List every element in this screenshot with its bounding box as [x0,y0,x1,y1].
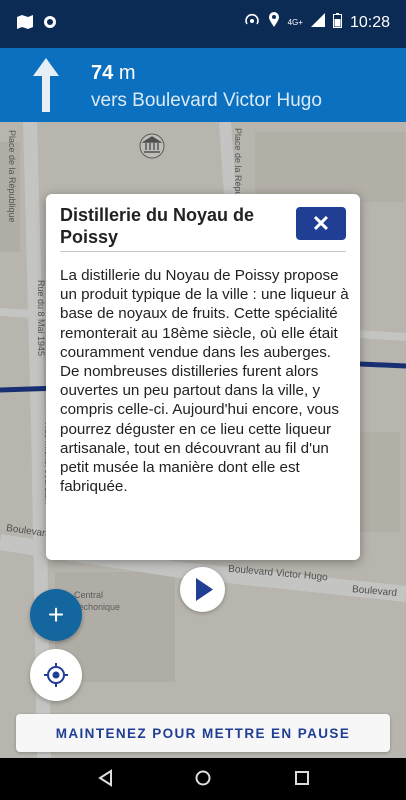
straight-arrow-icon [30,56,62,114]
crosshair-icon [44,663,68,687]
hotspot-icon [244,12,260,33]
close-button[interactable]: ✕ [296,207,346,240]
plus-icon: + [47,599,65,630]
poi-description: La distillerie du Noyau de Poissy propos… [60,267,349,496]
system-navigation-bar [0,758,406,800]
back-icon[interactable] [96,768,116,793]
status-bar: 4G+ 10:28 [0,0,406,48]
distance-unit: m [118,62,136,84]
signal-icon [310,13,325,32]
poi-info-dialog: Distillerie du Noyau de Poissy ✕ La dist… [46,194,360,560]
play-icon [196,578,213,601]
play-audio-button[interactable] [180,567,225,612]
network-type: 4G+ [287,18,303,27]
close-icon: ✕ [311,210,331,236]
title-divider [60,251,346,252]
hold-to-pause-button[interactable]: MAINTENEZ POUR METTRE EN PAUSE [16,714,390,752]
add-button[interactable]: + [30,589,82,641]
location-icon [268,12,280,33]
navigation-banner: 74 m vers Boulevard Victor Hugo [0,48,406,122]
record-notification-icon [42,14,58,35]
poi-title: Distillerie du Noyau de Poissy [60,205,255,247]
battery-icon [332,12,342,33]
recents-icon[interactable] [292,768,312,793]
locate-me-button[interactable] [30,649,82,701]
map-notification-icon [16,14,34,35]
distance: 74 m [91,62,135,85]
distance-value: 74 [91,62,114,84]
clock: 10:28 [349,13,390,31]
home-icon[interactable] [193,768,213,793]
next-street: vers Boulevard Victor Hugo [91,90,322,111]
